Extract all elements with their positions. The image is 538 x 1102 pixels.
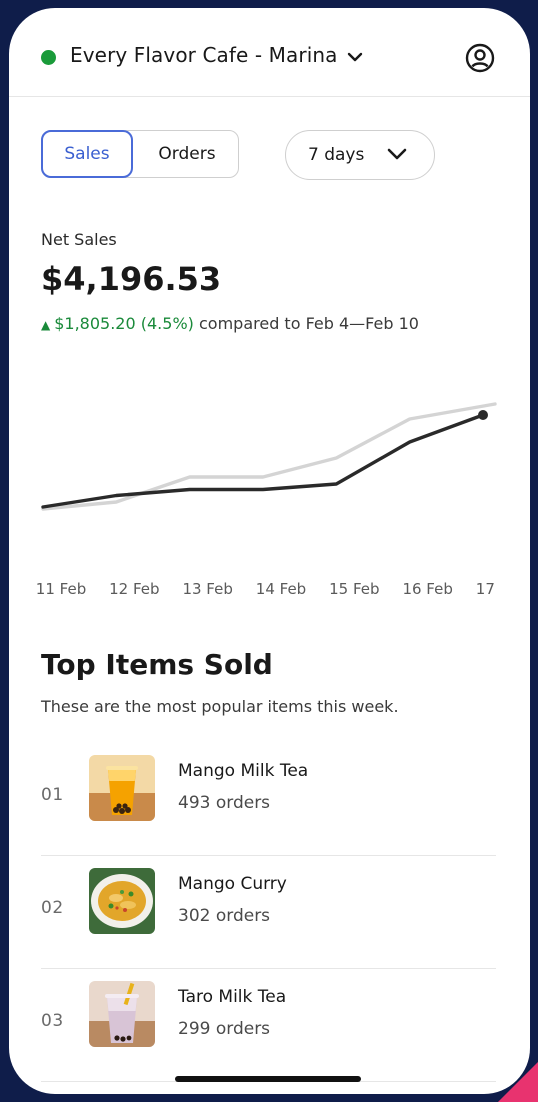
store-selector[interactable]: Every Flavor Cafe - Marina bbox=[70, 43, 337, 67]
net-sales-label: Net Sales bbox=[41, 230, 117, 249]
date-range-value: 7 days bbox=[308, 145, 365, 165]
latest-point-marker bbox=[478, 410, 488, 420]
sales-comparison: ▲ $1,805.20 (4.5%) compared to Feb 4—Feb … bbox=[41, 314, 419, 333]
tab-orders[interactable]: Orders bbox=[135, 131, 239, 177]
item-rank: 02 bbox=[41, 898, 64, 918]
sales-delta: $1,805.20 (4.5%) bbox=[54, 314, 194, 333]
list-item[interactable]: 01 Mango Milk Tea 493 orders bbox=[41, 743, 496, 856]
item-rank: 03 bbox=[41, 1011, 64, 1031]
x-tick-label: 16 Feb bbox=[402, 580, 452, 598]
account-circle-icon[interactable] bbox=[465, 43, 495, 73]
item-name: Mango Curry bbox=[178, 874, 287, 894]
net-sales-value: $4,196.53 bbox=[41, 260, 222, 298]
item-orders: 493 orders bbox=[178, 793, 271, 813]
net-sales-chart: 11 Feb 12 Feb 13 Feb 14 Feb 15 Feb 16 Feb 17 F… bbox=[37, 402, 499, 598]
item-orders: 302 orders bbox=[178, 906, 271, 926]
item-photo-mango-milk-tea bbox=[89, 755, 155, 821]
item-orders: 299 orders bbox=[178, 1019, 271, 1039]
list-item[interactable]: 02 Mango Curry 302 orders bbox=[41, 856, 496, 969]
arrow-up-icon: ▲ bbox=[41, 318, 51, 332]
phone-screen: Every Flavor Cafe - Marina Sales Orders … bbox=[9, 8, 530, 1094]
comparison-text: compared to Feb 4—Feb 10 bbox=[198, 314, 419, 333]
x-tick-label: 14 Feb bbox=[256, 580, 306, 598]
x-tick-label: 11 Feb bbox=[37, 580, 86, 598]
chevron-down-icon[interactable] bbox=[347, 51, 363, 63]
item-rank: 01 bbox=[41, 785, 64, 805]
app-header: Every Flavor Cafe - Marina bbox=[9, 8, 530, 97]
item-photo-mango-curry bbox=[89, 868, 155, 934]
x-tick-label: 12 Feb bbox=[109, 580, 159, 598]
item-photo-taro-milk-tea bbox=[89, 981, 155, 1047]
store-status-dot bbox=[41, 50, 56, 65]
top-items-title: Top Items Sold bbox=[41, 648, 273, 681]
chevron-down-icon bbox=[387, 148, 407, 160]
top-items-subtitle: These are the most popular items this we… bbox=[41, 697, 399, 716]
date-range-select[interactable]: 7 days bbox=[285, 130, 435, 180]
comparison-line bbox=[41, 402, 497, 511]
metric-toggle: Sales Orders bbox=[41, 130, 239, 178]
x-tick-label: 13 Feb bbox=[182, 580, 232, 598]
x-tick-label: 15 Feb bbox=[329, 580, 379, 598]
x-tick-label: 17 Feb bbox=[476, 580, 499, 598]
tab-sales[interactable]: Sales bbox=[41, 130, 133, 178]
list-item[interactable]: 03 Taro Milk Tea 299 orders bbox=[41, 969, 496, 1082]
item-name: Taro Milk Tea bbox=[178, 987, 287, 1007]
home-indicator bbox=[175, 1076, 361, 1082]
item-name: Mango Milk Tea bbox=[178, 761, 309, 781]
net-sales-line bbox=[41, 413, 485, 509]
